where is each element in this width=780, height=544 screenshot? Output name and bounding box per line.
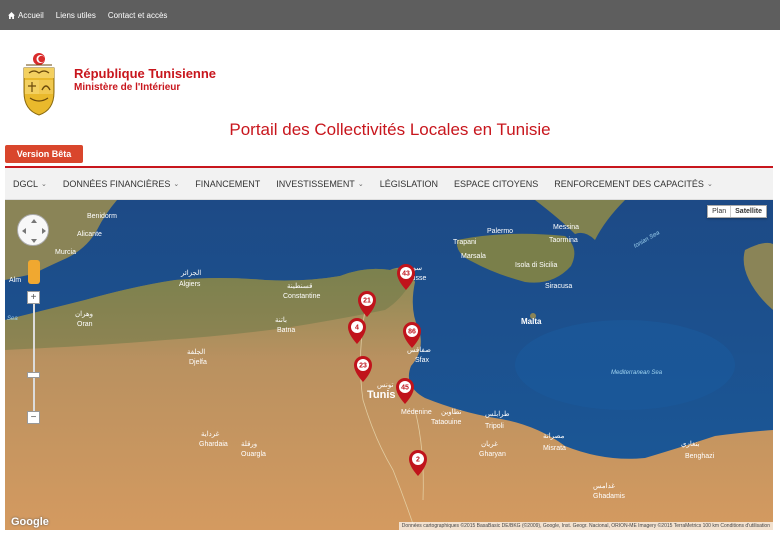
useful-links-link[interactable]: Liens utiles — [56, 11, 96, 20]
tunisia-coat-of-arms-logo — [23, 53, 55, 116]
google-logo: Google — [11, 516, 49, 528]
map-type-satellite-button[interactable]: Satellite — [730, 206, 766, 217]
nav-item-label: INVESTISSEMENT — [276, 178, 355, 189]
zoom-in-button[interactable]: + — [27, 291, 40, 304]
zoom-out-button[interactable]: − — [27, 411, 40, 424]
city-label: Constantine — [283, 293, 320, 300]
ministry-name: Ministère de l'Intérieur — [74, 82, 181, 93]
city-label: Sfax — [415, 357, 430, 364]
map-type-plan-button[interactable]: Plan — [708, 206, 730, 217]
pan-arrows-icon — [22, 219, 46, 243]
city-label: Tripoli — [485, 423, 504, 430]
city-label: Taormina — [549, 237, 578, 244]
city-label: الجزائر — [180, 269, 201, 277]
city-label: قسنطينة — [287, 282, 312, 290]
street-view-pegman-icon[interactable] — [28, 260, 40, 284]
city-label: Ghardaia — [199, 441, 228, 448]
city-label: Benghazi — [685, 453, 715, 460]
city-label: Murcia — [55, 249, 76, 256]
site-header: République Tunisienne Ministère de l'Int… — [0, 30, 780, 162]
map-type-control: Plan Satellite — [707, 205, 767, 218]
city-label: Palermo — [487, 228, 513, 235]
marker-count: 45 — [401, 385, 409, 392]
city-label: ورقلة — [241, 440, 257, 448]
city-label: صفاقس — [407, 346, 431, 354]
city-label: Djelfa — [189, 359, 207, 366]
nav-item-label: ESPACE CITOYENS — [454, 178, 539, 189]
nav-item-investissement[interactable]: INVESTISSEMENT ⌄ — [268, 168, 371, 200]
chevron-down-icon: ⌄ — [706, 180, 713, 188]
city-label: Ghadamis — [593, 493, 625, 500]
map-view[interactable]: Benidorm Alicante Murcia Alm الجزائر Alg… — [5, 200, 773, 530]
chevron-down-icon: ⌄ — [173, 180, 180, 188]
map-attribution: Données cartographiques ©2015 BasaBasic … — [398, 522, 773, 530]
marker-count: 86 — [408, 329, 416, 336]
city-label: وهران — [75, 310, 93, 318]
city-label: Misrata — [543, 445, 566, 452]
city-label: غريان — [481, 440, 498, 448]
city-label: Tataouine — [431, 419, 461, 426]
nav-item-label: FINANCEMENT — [195, 178, 261, 189]
nav-item-espace-citoyens[interactable]: ESPACE CITOYENS — [446, 168, 546, 200]
city-label: طرابلس — [485, 410, 510, 418]
beta-version-badge[interactable]: Version Bêta — [5, 145, 83, 163]
city-label: تطاوين — [441, 408, 462, 416]
city-label: مصراتة — [543, 432, 565, 440]
city-label: الجلفة — [187, 348, 205, 356]
chevron-down-icon: ⌄ — [357, 180, 364, 188]
main-nav: DGCL ⌄ DONNÉES FINANCIÈRES ⌄ FINANCEMENT I… — [5, 168, 773, 200]
city-label: تونس — [377, 382, 393, 389]
city-label: Batna — [277, 327, 295, 334]
city-label: غرداية — [201, 430, 220, 438]
home-link-label: Accueil — [18, 10, 44, 20]
nav-item-label: RENFORCEMENT DES CAPACITÉS — [554, 178, 704, 189]
contact-link[interactable]: Contact et accès — [108, 11, 168, 20]
city-label: باتنة — [275, 316, 287, 324]
pan-control[interactable] — [17, 214, 49, 246]
country-label: Malta — [521, 317, 542, 326]
city-label: Messina — [553, 224, 579, 231]
city-label: Gharyan — [479, 451, 506, 458]
city-label: Ouargla — [241, 451, 266, 458]
home-icon — [8, 11, 15, 19]
city-label: Oran — [77, 321, 93, 328]
city-label: غدامس — [593, 482, 615, 490]
city-label: Isola di Sicilia — [515, 262, 558, 269]
nav-item-label: LÉGISLATION — [379, 178, 439, 189]
top-utility-bar: Accueil Liens utiles Contact et accès — [0, 0, 780, 30]
city-label: بنغازي — [681, 440, 699, 448]
city-label: Benidorm — [87, 213, 117, 220]
city-label: Siracusa — [545, 283, 572, 290]
nav-item-dgcl[interactable]: DGCL ⌄ — [5, 168, 55, 200]
marker-count: 4 — [355, 325, 359, 332]
nav-item-label: DGCL — [13, 178, 39, 189]
city-label: Alm — [9, 277, 21, 284]
marker-count: 21 — [363, 298, 371, 305]
city-label: Alicante — [77, 231, 102, 238]
city-label-major: Tunis — [367, 389, 396, 401]
city-label: Marsala — [461, 253, 486, 260]
nav-item-donnees-financieres[interactable]: DONNÉES FINANCIÈRES ⌄ — [55, 168, 187, 200]
nav-item-label: DONNÉES FINANCIÈRES — [62, 178, 171, 189]
nav-item-financement[interactable]: FINANCEMENT — [187, 168, 268, 200]
nav-item-renforcement-capacites[interactable]: RENFORCEMENT DES CAPACITÉS ⌄ — [546, 168, 721, 200]
chevron-down-icon: ⌄ — [41, 180, 47, 188]
zoom-slider-track[interactable] — [33, 295, 35, 415]
nav-item-legislation[interactable]: LÉGISLATION — [372, 168, 446, 200]
home-link[interactable]: Accueil — [8, 11, 44, 20]
city-label: Algiers — [179, 281, 201, 288]
zoom-slider-handle[interactable] — [27, 372, 40, 378]
city-label: Médenine — [401, 409, 432, 416]
deep-sea-tint — [515, 320, 735, 410]
city-label: Trapani — [453, 239, 477, 246]
marker-count: 43 — [402, 271, 410, 278]
page-title: Portail des Collectivités Locales en Tun… — [229, 120, 551, 139]
sea-label: Mediterranean Sea — [611, 370, 663, 376]
sea-label: Sea — [7, 316, 18, 322]
marker-count: 23 — [359, 363, 367, 370]
republic-name: République Tunisienne — [74, 66, 217, 81]
map-canvas[interactable]: Benidorm Alicante Murcia Alm الجزائر Alg… — [5, 200, 773, 530]
marker-count: 2 — [416, 457, 420, 464]
